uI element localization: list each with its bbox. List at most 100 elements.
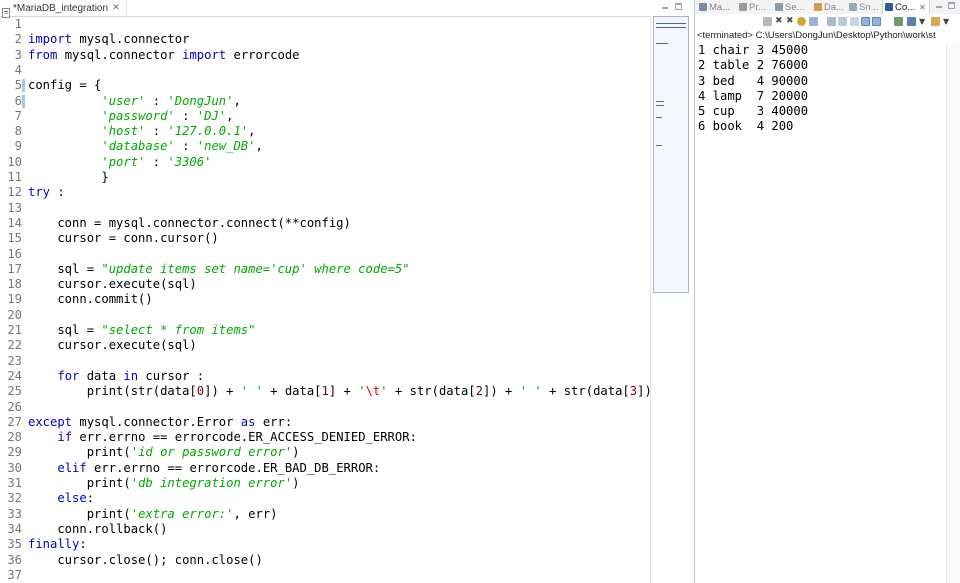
code-text: if err.errno == errorcode.ER_ACCESS_DENI…: [28, 430, 417, 445]
view-tab-properties[interactable]: Pr...: [737, 0, 769, 14]
overview-mark: [656, 145, 662, 146]
editor-tab-mariadb-integration[interactable]: *MariaDB_integration ✕: [0, 0, 127, 18]
code-text: 'password' : 'DJ',: [28, 109, 233, 124]
show-on-output-icon[interactable]: [850, 17, 859, 26]
token: ): [292, 445, 300, 460]
token: cursor.close(); conn.close(): [28, 552, 263, 567]
remove-launch-icon[interactable]: ✖: [775, 17, 784, 26]
token-kw: if: [57, 430, 73, 445]
code-line[interactable]: 5 config = {: [0, 78, 650, 93]
line-number: 8: [14, 124, 22, 139]
open-console-icon[interactable]: [907, 17, 916, 26]
token-kw: import: [28, 32, 73, 47]
code-line[interactable]: 34 conn.rollback(): [0, 522, 650, 537]
new-console-icon[interactable]: [931, 17, 940, 26]
code-line[interactable]: 20: [0, 308, 650, 323]
overview-ruler[interactable]: [650, 16, 693, 583]
code-line[interactable]: 17 sql = "update items set name='cup' wh…: [0, 262, 650, 277]
maximize-view-button[interactable]: [947, 1, 957, 11]
line-number: 25: [7, 384, 22, 399]
code-line[interactable]: 28 if err.errno == errorcode.ER_ACCESS_D…: [0, 430, 650, 445]
code-line[interactable]: 23: [0, 354, 650, 369]
code-line[interactable]: 11 }: [0, 170, 650, 185]
view-tab-servers[interactable]: Se...: [773, 0, 808, 14]
code-line[interactable]: 19 conn.commit(): [0, 292, 650, 307]
copy-icon[interactable]: [809, 17, 818, 26]
code-line[interactable]: 35 finally:: [0, 537, 650, 552]
overview-viewport-thumb[interactable]: [653, 16, 689, 293]
code-line[interactable]: 15 cursor = conn.cursor(): [0, 231, 650, 246]
code-line[interactable]: 29 print('id or password error'): [0, 445, 650, 460]
show-on-error-icon[interactable]: [861, 17, 870, 26]
code-line[interactable]: 9 'database' : 'new_DB',: [0, 139, 650, 154]
code-text: else:: [28, 491, 94, 506]
token: + data[: [262, 384, 322, 399]
code-line[interactable]: 4: [0, 63, 650, 78]
code-text: elif err.errno == errorcode.ER_BAD_DB_ER…: [28, 461, 380, 476]
code-line[interactable]: 6 'user' : 'DongJun',: [0, 94, 650, 109]
code-editor[interactable]: *MariaDB_integration ✕ 1 2 import mysql.co…: [0, 0, 693, 583]
code-line[interactable]: 3 from mysql.connector import errorcode: [0, 48, 650, 63]
code-line[interactable]: 21 sql = "select * from items": [0, 323, 650, 338]
code-text: try :: [28, 185, 65, 200]
view-tab-console[interactable]: Co... ✕: [882, 0, 930, 14]
token: ): [292, 476, 300, 490]
code-line[interactable]: 31 print('db integration error'): [0, 476, 650, 491]
debug-icon[interactable]: [797, 17, 806, 26]
data-source-icon: [814, 3, 822, 11]
code-line[interactable]: 10 'port' : '3306': [0, 155, 650, 170]
minimize-view-button[interactable]: [934, 1, 944, 11]
code-line[interactable]: 18 cursor.execute(sql): [0, 277, 650, 292]
pin-console-icon[interactable]: [872, 17, 881, 26]
code-line[interactable]: 26: [0, 400, 650, 415]
code-line[interactable]: 1: [0, 17, 650, 32]
code-line[interactable]: 12 try :: [0, 185, 650, 200]
code-area[interactable]: 1 2 import mysql.connector 3 from mysql.conn…: [0, 16, 650, 583]
code-line[interactable]: 14 conn = mysql.connector.connect(**conf…: [0, 216, 650, 231]
code-text: }: [28, 170, 108, 185]
view-tab-snippets[interactable]: Sn...: [847, 0, 882, 14]
code-line[interactable]: 30 elif err.errno == errorcode.ER_BAD_DB…: [0, 461, 650, 476]
terminate-icon[interactable]: [763, 17, 772, 26]
display-console-icon[interactable]: [894, 17, 903, 26]
code-text: for data in cursor :: [28, 369, 204, 384]
code-line[interactable]: 33 print('extra error:', err): [0, 507, 650, 522]
close-tab-icon[interactable]: ✕: [112, 3, 120, 13]
code-line[interactable]: 16: [0, 247, 650, 262]
overview-mark: [656, 43, 668, 44]
view-tab-markers[interactable]: Ma...: [697, 0, 733, 14]
token: cursor.execute(sql): [28, 338, 197, 353]
remove-all-terminated-icon[interactable]: ✖: [786, 17, 795, 26]
word-wrap-icon[interactable]: [838, 17, 847, 26]
maximize-editor-button[interactable]: [674, 2, 684, 12]
token-num: 3: [629, 384, 638, 399]
scroll-lock-icon[interactable]: [827, 17, 836, 26]
change-marker: [22, 79, 25, 93]
view-tab-label: Ma...: [709, 1, 731, 13]
chevron-down-icon[interactable]: ▼: [919, 17, 928, 26]
close-tab-icon[interactable]: ✕: [919, 3, 926, 12]
code-line[interactable]: 22 cursor.execute(sql): [0, 338, 650, 353]
code-line[interactable]: 7 'password' : 'DJ',: [0, 109, 650, 124]
view-tab-data-source[interactable]: Da...: [812, 0, 847, 14]
code-line[interactable]: 36 cursor.close(); conn.close(): [0, 553, 650, 568]
token: :: [145, 154, 168, 169]
token-dict-key: 'database': [101, 139, 175, 154]
code-line[interactable]: 27 except mysql.connector.Error as err:: [0, 415, 650, 430]
code-line[interactable]: 25 print(str(data[0]) + ' ' + data[1] + …: [0, 384, 650, 399]
view-menu-icon[interactable]: ▼: [943, 17, 952, 26]
code-line[interactable]: 8 'host' : '127.0.0.1',: [0, 124, 650, 139]
token: ]) +: [204, 384, 241, 399]
code-line[interactable]: 32 else:: [0, 491, 650, 506]
code-line[interactable]: 37: [0, 568, 650, 583]
code-line[interactable]: 24 for data in cursor :: [0, 369, 650, 384]
console-scrollbar[interactable]: [946, 44, 960, 583]
console-output[interactable]: 1 chair 3 45000 2 table 2 76000 3 bed 4 90…: [698, 43, 953, 135]
minimize-editor-button[interactable]: [660, 2, 670, 12]
token-kw: in: [123, 368, 139, 383]
code-line[interactable]: 13: [0, 201, 650, 216]
code-line[interactable]: 2 import mysql.connector: [0, 32, 650, 47]
token-kw: for: [57, 368, 80, 383]
